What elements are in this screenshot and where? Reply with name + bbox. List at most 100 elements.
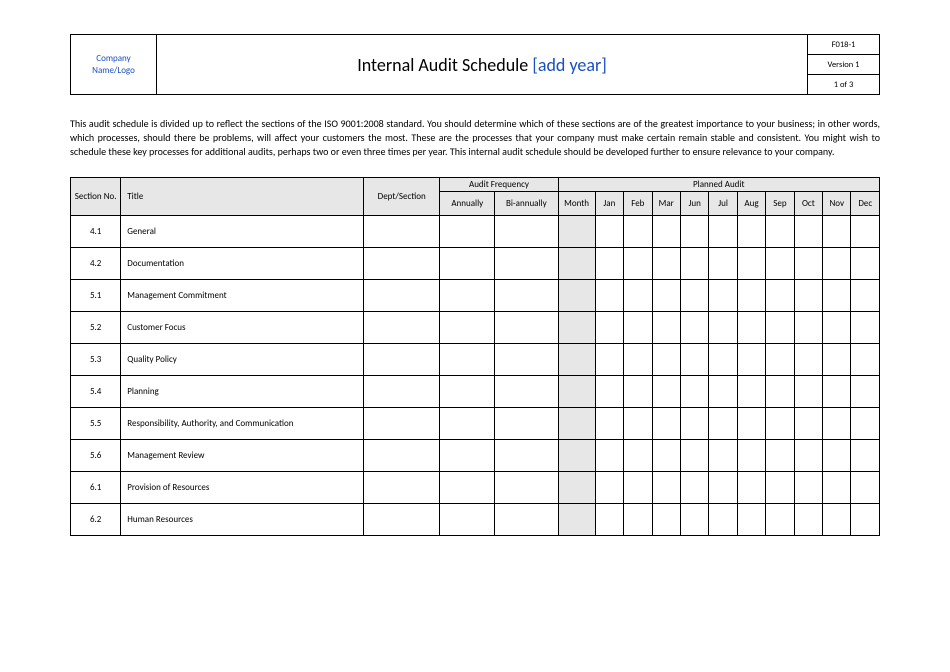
cell-dept	[363, 376, 440, 408]
cell-title: Documentation	[121, 248, 364, 280]
cell-month-slot	[680, 504, 708, 536]
cell-month-slot	[624, 440, 652, 472]
cell-month-slot	[737, 440, 765, 472]
col-jan: Jan	[595, 192, 623, 216]
col-mar: Mar	[652, 192, 680, 216]
cell-month-slot	[851, 440, 880, 472]
cell-month-slot	[595, 408, 623, 440]
cell-month-slot	[624, 312, 652, 344]
cell-month	[558, 344, 595, 376]
col-dec: Dec	[851, 192, 880, 216]
cell-dept	[363, 472, 440, 504]
document-page: Company Name/Logo Internal Audit Schedul…	[0, 0, 950, 566]
cell-month	[558, 248, 595, 280]
cell-month-slot	[737, 408, 765, 440]
cell-month-slot	[624, 472, 652, 504]
cell-month-slot	[851, 376, 880, 408]
cell-biannually	[495, 248, 558, 280]
cell-section-no: 6.2	[71, 504, 121, 536]
cell-month-slot	[823, 344, 851, 376]
cell-section-no: 4.1	[71, 216, 121, 248]
table-row: 5.5Responsibility, Authority, and Commun…	[71, 408, 880, 440]
company-logo-cell: Company Name/Logo	[71, 35, 157, 95]
cell-month-slot	[794, 472, 822, 504]
cell-title: Management Commitment	[121, 280, 364, 312]
cell-dept	[363, 312, 440, 344]
table-row: 6.1Provision of Resources	[71, 472, 880, 504]
cell-month-slot	[595, 504, 623, 536]
title-main: Internal Audit Schedule	[357, 54, 532, 76]
intro-paragraph: This audit schedule is divided up to ref…	[70, 117, 880, 159]
cell-month	[558, 280, 595, 312]
cell-annually	[440, 280, 495, 312]
cell-month-slot	[794, 248, 822, 280]
cell-annually	[440, 344, 495, 376]
cell-month-slot	[652, 280, 680, 312]
col-planned: Planned Audit	[558, 178, 879, 192]
cell-month-slot	[766, 408, 794, 440]
cell-month-slot	[624, 280, 652, 312]
col-jul: Jul	[709, 192, 737, 216]
col-jun: Jun	[680, 192, 708, 216]
col-oct: Oct	[794, 192, 822, 216]
cell-month-slot	[737, 312, 765, 344]
cell-month-slot	[737, 248, 765, 280]
cell-dept	[363, 504, 440, 536]
cell-month-slot	[680, 312, 708, 344]
cell-month-slot	[851, 312, 880, 344]
col-section-no: Section No.	[71, 178, 121, 216]
cell-month	[558, 376, 595, 408]
cell-month-slot	[737, 376, 765, 408]
cell-biannually	[495, 440, 558, 472]
cell-month-slot	[766, 440, 794, 472]
cell-month-slot	[737, 472, 765, 504]
cell-month-slot	[794, 344, 822, 376]
cell-month	[558, 408, 595, 440]
cell-month-slot	[595, 472, 623, 504]
title-cell: Internal Audit Schedule [add year]	[157, 35, 808, 95]
cell-month-slot	[794, 408, 822, 440]
cell-title: Planning	[121, 376, 364, 408]
cell-month-slot	[652, 376, 680, 408]
cell-section-no: 5.4	[71, 376, 121, 408]
cell-month	[558, 440, 595, 472]
cell-month-slot	[851, 248, 880, 280]
cell-biannually	[495, 472, 558, 504]
cell-dept	[363, 408, 440, 440]
cell-month-slot	[652, 472, 680, 504]
cell-month-slot	[766, 472, 794, 504]
cell-month-slot	[709, 408, 737, 440]
col-nov: Nov	[823, 192, 851, 216]
cell-biannually	[495, 312, 558, 344]
cell-section-no: 5.2	[71, 312, 121, 344]
cell-month-slot	[595, 376, 623, 408]
cell-month	[558, 312, 595, 344]
cell-month-slot	[595, 440, 623, 472]
cell-month-slot	[709, 376, 737, 408]
cell-month-slot	[624, 216, 652, 248]
cell-month-slot	[624, 344, 652, 376]
cell-month-slot	[794, 280, 822, 312]
cell-month	[558, 216, 595, 248]
cell-month-slot	[709, 440, 737, 472]
cell-month-slot	[709, 216, 737, 248]
page-of: 1 of 3	[808, 75, 880, 95]
cell-biannually	[495, 216, 558, 248]
cell-month-slot	[595, 248, 623, 280]
cell-month-slot	[823, 472, 851, 504]
cell-annually	[440, 472, 495, 504]
cell-title: Quality Policy	[121, 344, 364, 376]
logo-line1: Company	[96, 53, 130, 64]
cell-month-slot	[794, 440, 822, 472]
table-row: 5.2Customer Focus	[71, 312, 880, 344]
cell-month-slot	[737, 216, 765, 248]
cell-month-slot	[709, 280, 737, 312]
table-row: 5.6Management Review	[71, 440, 880, 472]
col-biannually: Bi-annually	[495, 192, 558, 216]
cell-month-slot	[709, 344, 737, 376]
cell-dept	[363, 344, 440, 376]
cell-month-slot	[794, 216, 822, 248]
cell-month-slot	[652, 216, 680, 248]
cell-month-slot	[595, 280, 623, 312]
cell-month-slot	[680, 344, 708, 376]
